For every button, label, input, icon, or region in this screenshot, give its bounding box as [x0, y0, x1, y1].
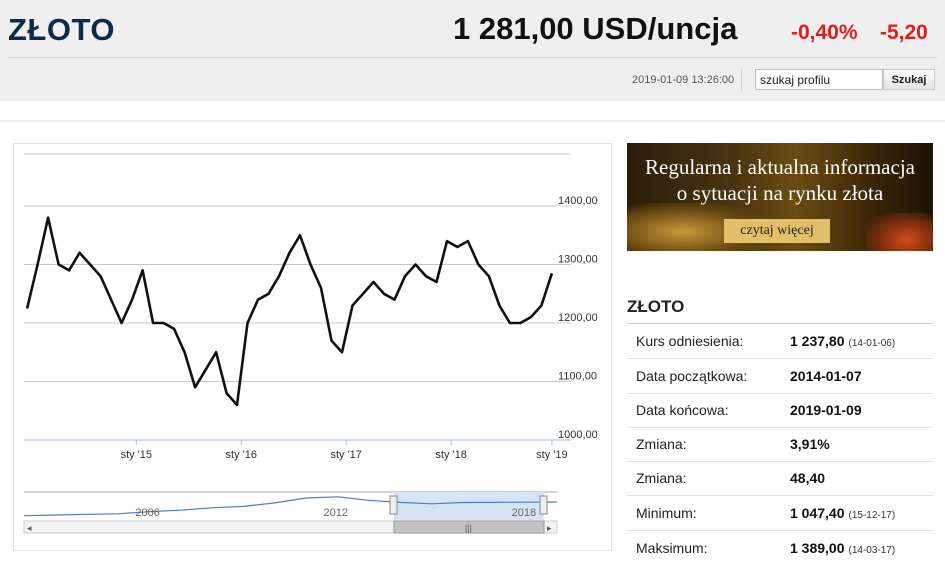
search-button[interactable]: Szukaj [883, 69, 935, 90]
stat-date: (14-03-17) [848, 545, 896, 556]
panel-title: ZŁOTO [627, 297, 685, 316]
stat-row: Minimum: 1 047,40 (15-12-17) [627, 496, 933, 531]
price-value: 1 281,00 USD/uncja [453, 11, 738, 46]
stat-date: (15-12-17) [848, 510, 896, 521]
navigator-label: 2018 [512, 507, 536, 519]
stat-label: Data początkowa: [636, 368, 748, 384]
stat-label: Zmiana: [636, 470, 687, 486]
section-divider [0, 120, 945, 122]
stat-row: Data początkowa: 2014-01-07 [627, 359, 933, 394]
stat-row: Data końcowa: 2019-01-09 [627, 393, 933, 428]
stat-value: 48,40 [790, 470, 826, 486]
stat-row: Kurs odniesienia: 1 237,80 (14-01-06) [627, 324, 933, 359]
price-line [25, 216, 554, 407]
ad-text-line2: o sytuacji na rynku złota [676, 181, 884, 205]
stat-value: 1 047,40 [790, 505, 845, 521]
stat-date: (14-01-06) [848, 338, 896, 349]
scroll-right-icon: ▸ [547, 523, 552, 533]
stat-value: 2019-01-09 [790, 402, 862, 418]
search-input[interactable] [755, 69, 883, 90]
y-tick-label: 1300,00 [558, 254, 598, 266]
stat-row: Maksimum: 1 389,00 (14-03-17) [627, 531, 933, 565]
y-tick-label: 1000,00 [558, 429, 598, 441]
scroll-grip-icon: ||| [465, 523, 472, 533]
stat-label: Zmiana: [636, 436, 687, 452]
toolbar-separator [741, 68, 742, 92]
change-absolute: -5,20 [880, 21, 928, 44]
x-tick-label: sty '15 [121, 449, 152, 461]
x-tick-label: sty '16 [226, 449, 257, 461]
page-title: ZŁOTO [8, 12, 115, 47]
navigator-label: 2006 [135, 507, 159, 519]
stat-row: Zmiana: 48,40 [627, 461, 933, 496]
change-percent: -0,40% [791, 21, 858, 44]
stat-label: Minimum: [636, 505, 697, 521]
stat-value: 3,91% [790, 436, 830, 452]
navigator-right-handle [539, 495, 548, 515]
price-chart: 1400,00 1300,00 1200,00 1100,00 1000,00 sty '… [23, 153, 598, 534]
x-tick-label: sty '19 [536, 449, 567, 461]
timestamp: 2019-01-09 13:26:00 [632, 74, 735, 86]
read-more-button[interactable]: czytaj więcej [724, 219, 830, 243]
ad-text-line1: Regularna i aktualna informacja [645, 155, 915, 179]
stat-value: 1 389,00 [790, 540, 845, 556]
stat-value: 2014-01-07 [790, 368, 862, 384]
header-divider [8, 57, 937, 58]
stat-label: Kurs odniesienia: [636, 333, 744, 349]
stat-label: Maksimum: [636, 540, 708, 556]
y-tick-label: 1400,00 [558, 195, 598, 207]
navigator-label: 2012 [324, 507, 348, 519]
stat-value: 1 237,80 [790, 333, 845, 349]
navigator-left-handle [389, 495, 398, 515]
ad-coin-image [867, 213, 933, 251]
x-tick-label: sty '18 [435, 449, 466, 461]
y-tick-label: 1100,00 [558, 371, 597, 383]
y-tick-label: 1200,00 [558, 312, 598, 324]
scroll-left-icon: ◂ [27, 523, 32, 533]
stat-row: Zmiana: 3,91% [627, 427, 933, 462]
x-tick-label: sty '17 [330, 449, 361, 461]
header-bar: ZŁOTO 1 281,00 USD/uncja -0,40% -5,20 20… [0, 0, 945, 101]
stat-label: Data końcowa: [636, 402, 729, 418]
chart-panel: 1400,00 1300,00 1200,00 1100,00 1000,00 sty '… [13, 143, 612, 551]
